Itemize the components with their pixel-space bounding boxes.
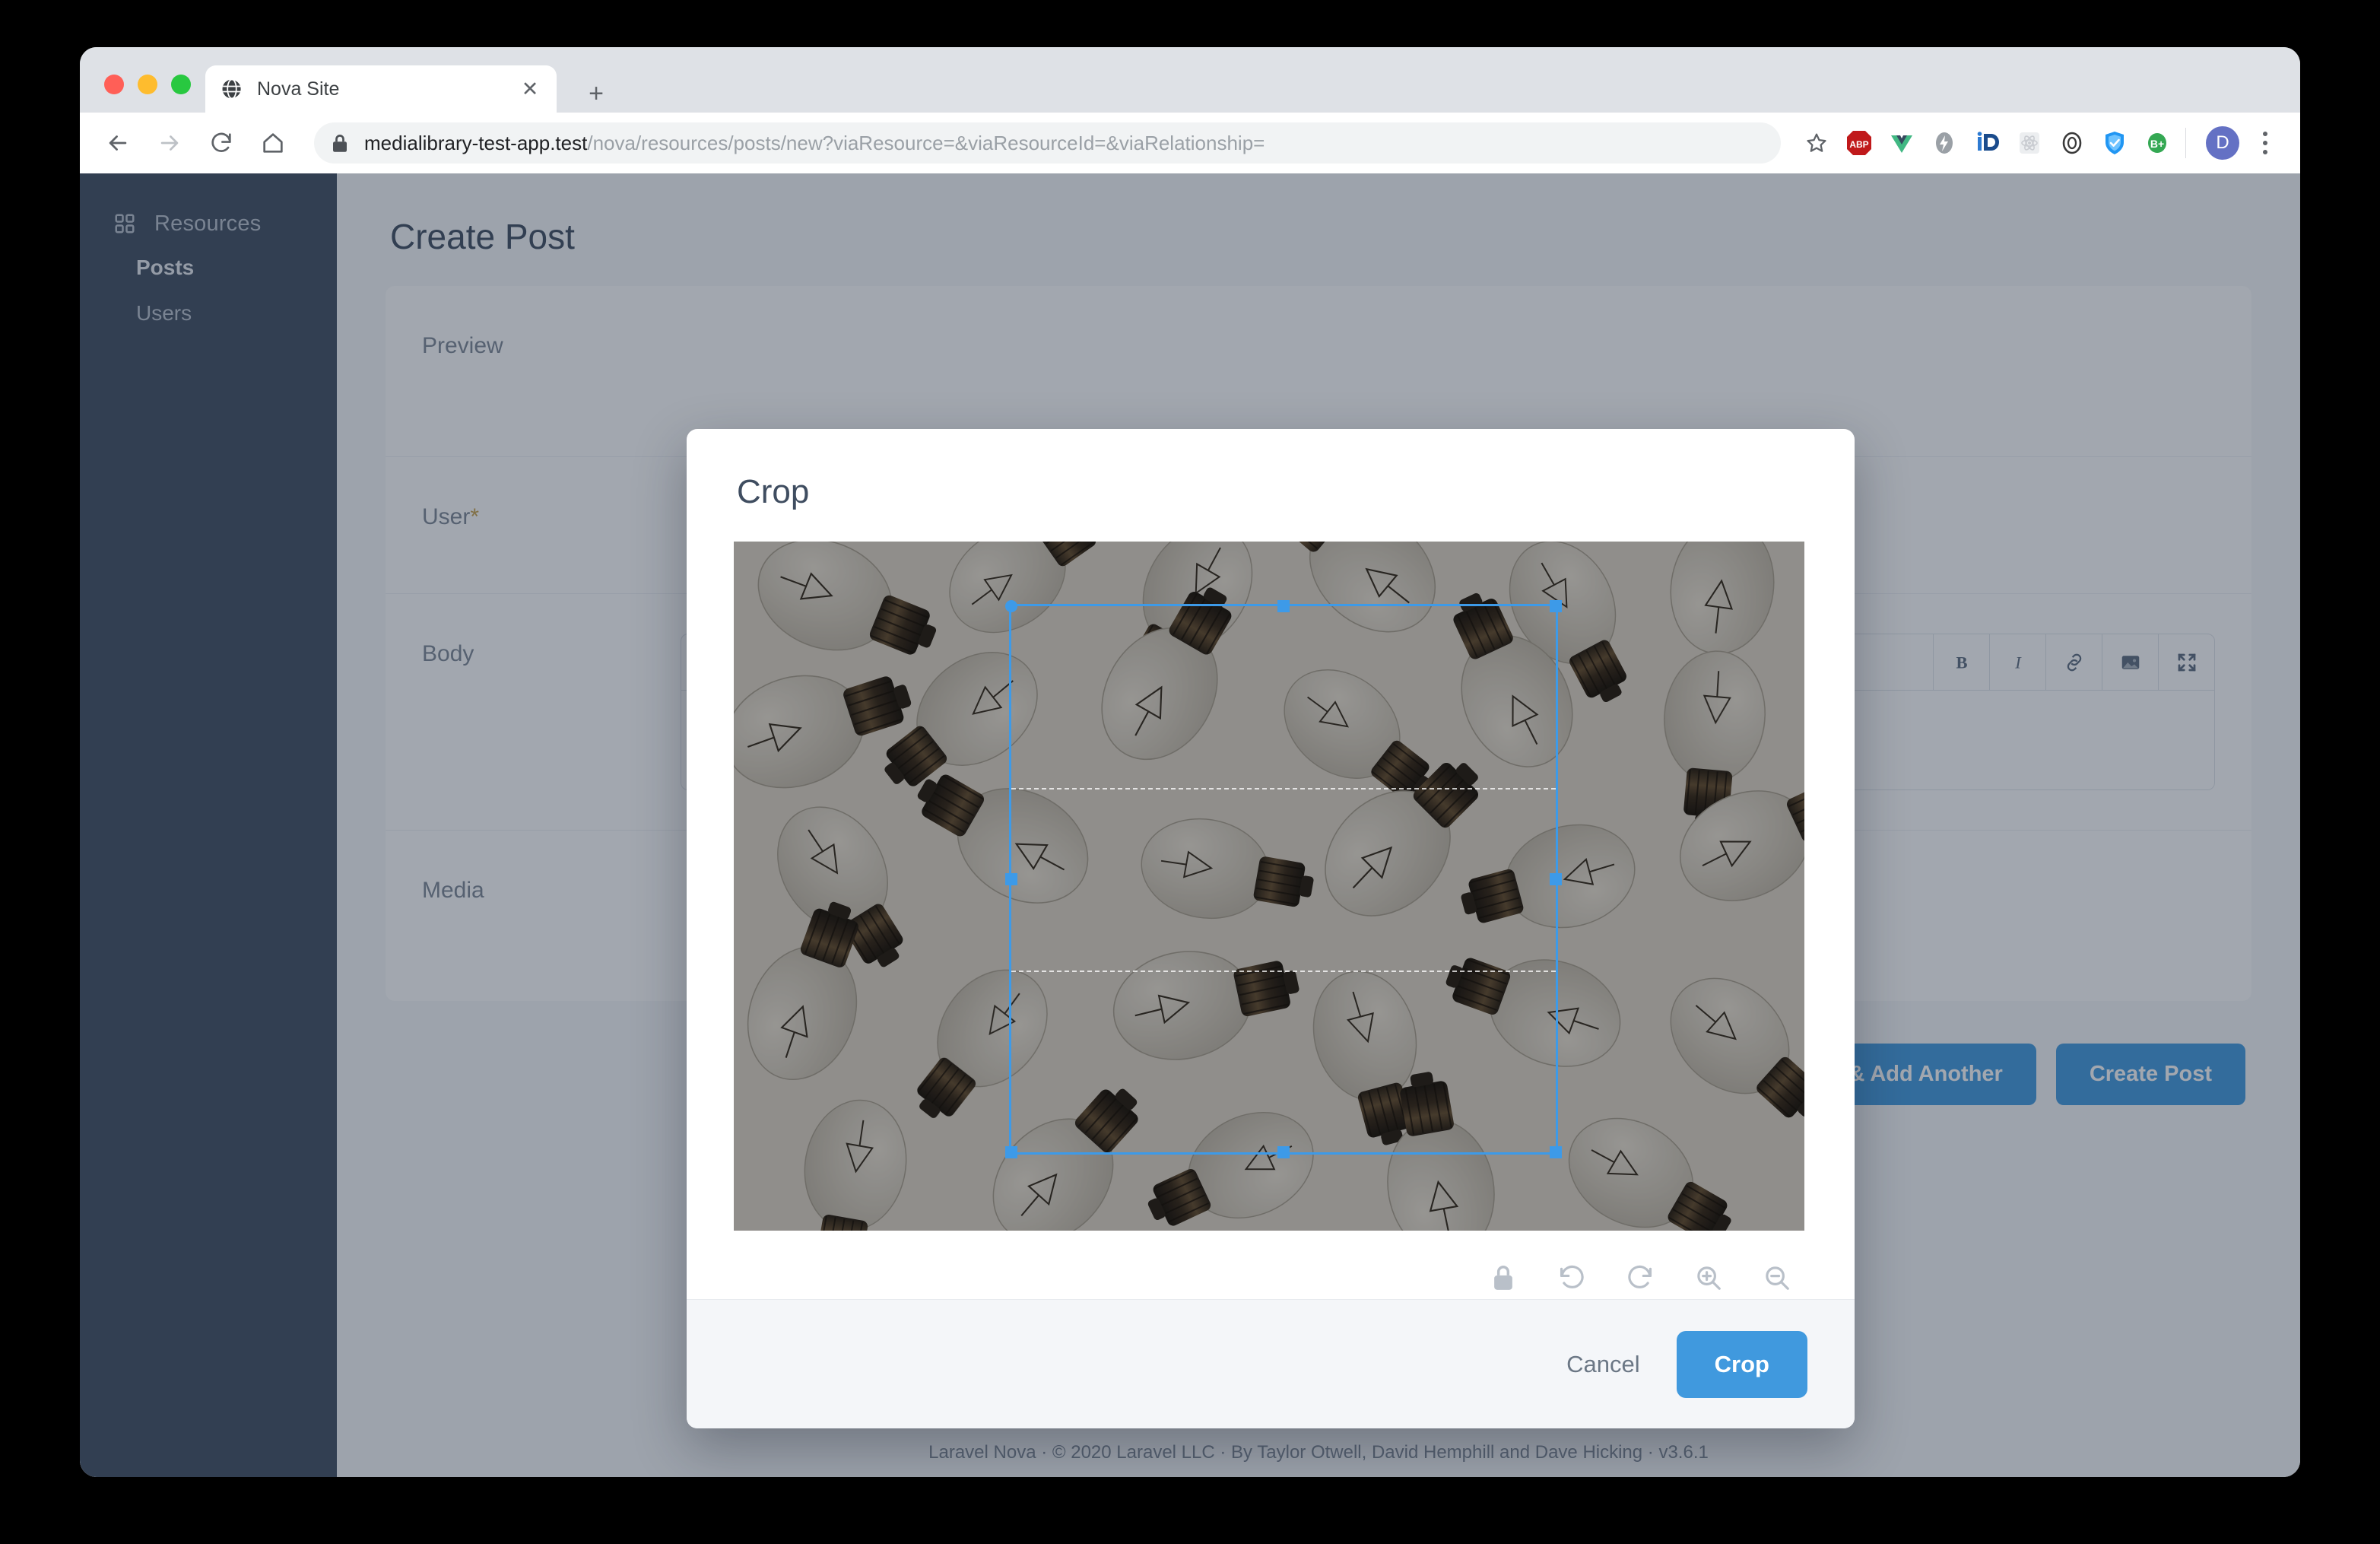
crop-gridline-horizontal-2 xyxy=(1011,971,1556,972)
crop-gridline-horizontal-1 xyxy=(1011,788,1556,789)
zoom-out-icon[interactable] xyxy=(1756,1256,1798,1299)
url-host: medialibrary-test-app.test xyxy=(364,132,587,154)
rotate-right-icon[interactable] xyxy=(1619,1256,1661,1299)
crop-handle-middle-right[interactable] xyxy=(1550,873,1562,885)
address-bar[interactable]: medialibrary-test-app.test/nova/resource… xyxy=(314,122,1781,164)
browser-tab-title: Nova Site xyxy=(257,78,519,100)
shield-icon[interactable] xyxy=(2097,125,2132,160)
bplus-icon[interactable]: B+ xyxy=(2140,125,2175,160)
toolbar-divider xyxy=(2185,128,2186,158)
browser-tab-strip: Nova Site ✕ + xyxy=(80,47,2300,113)
maximize-window-button[interactable] xyxy=(171,75,191,94)
home-icon[interactable] xyxy=(255,125,291,161)
avatar[interactable]: D xyxy=(2206,126,2239,160)
adblock-plus-icon[interactable]: ABP xyxy=(1842,125,1877,160)
svg-text:B+: B+ xyxy=(2150,138,2164,150)
crop-cancel-button[interactable]: Cancel xyxy=(1541,1336,1666,1393)
onepassword-icon[interactable] xyxy=(2055,125,2090,160)
crop-stage[interactable] xyxy=(734,542,1804,1231)
id-icon[interactable] xyxy=(1969,125,2004,160)
crop-stage-wrapper xyxy=(687,511,1855,1231)
arrow-left-icon[interactable] xyxy=(100,125,136,161)
crop-handle-middle-left[interactable] xyxy=(1005,873,1017,885)
crop-handle-top-center[interactable] xyxy=(1277,600,1290,612)
address-bar-url: medialibrary-test-app.test/nova/resource… xyxy=(364,132,1265,155)
kebab-menu-icon[interactable] xyxy=(2250,125,2280,161)
url-path: /nova/resources/posts/new?viaResource=&v… xyxy=(587,132,1265,154)
vue-devtools-icon[interactable] xyxy=(1884,125,1919,160)
minimize-window-button[interactable] xyxy=(138,75,157,94)
zoom-in-icon[interactable] xyxy=(1687,1256,1730,1299)
browser-window: Nova Site ✕ + xyxy=(80,47,2300,1477)
plus-icon[interactable]: + xyxy=(582,79,611,108)
reload-icon[interactable] xyxy=(203,125,240,161)
crop-modal-footer: Cancel Crop xyxy=(687,1299,1855,1428)
page-viewport: Resources Posts Users Create Post Previe… xyxy=(80,173,2300,1477)
globe-icon xyxy=(221,78,243,100)
crop-handle-bottom-left[interactable] xyxy=(1005,1146,1017,1158)
arrow-right-icon xyxy=(151,125,188,161)
react-devtools-icon[interactable] xyxy=(2012,125,2047,160)
lock-icon[interactable] xyxy=(1482,1256,1525,1299)
star-icon[interactable] xyxy=(1799,125,1834,160)
lock-icon xyxy=(331,133,349,154)
crop-modal-title: Crop xyxy=(687,429,1855,511)
close-icon[interactable]: ✕ xyxy=(519,78,541,100)
crop-selection-box[interactable] xyxy=(1009,604,1558,1155)
browser-tab[interactable]: Nova Site ✕ xyxy=(205,65,557,113)
crop-confirm-button[interactable]: Crop xyxy=(1677,1331,1807,1398)
browser-toolbar: medialibrary-test-app.test/nova/resource… xyxy=(80,113,2300,173)
window-traffic-lights xyxy=(104,75,191,94)
crop-toolbar xyxy=(687,1231,1855,1299)
rotate-left-icon[interactable] xyxy=(1550,1256,1593,1299)
crop-handle-bottom-center[interactable] xyxy=(1277,1146,1290,1158)
svg-text:ABP: ABP xyxy=(1849,139,1868,150)
crop-handle-top-left[interactable] xyxy=(1005,600,1017,612)
close-window-button[interactable] xyxy=(104,75,124,94)
lightning-icon[interactable] xyxy=(1927,125,1962,160)
crop-modal: Crop xyxy=(687,429,1855,1428)
crop-handle-top-right[interactable] xyxy=(1550,600,1562,612)
crop-handle-bottom-right[interactable] xyxy=(1550,1146,1562,1158)
